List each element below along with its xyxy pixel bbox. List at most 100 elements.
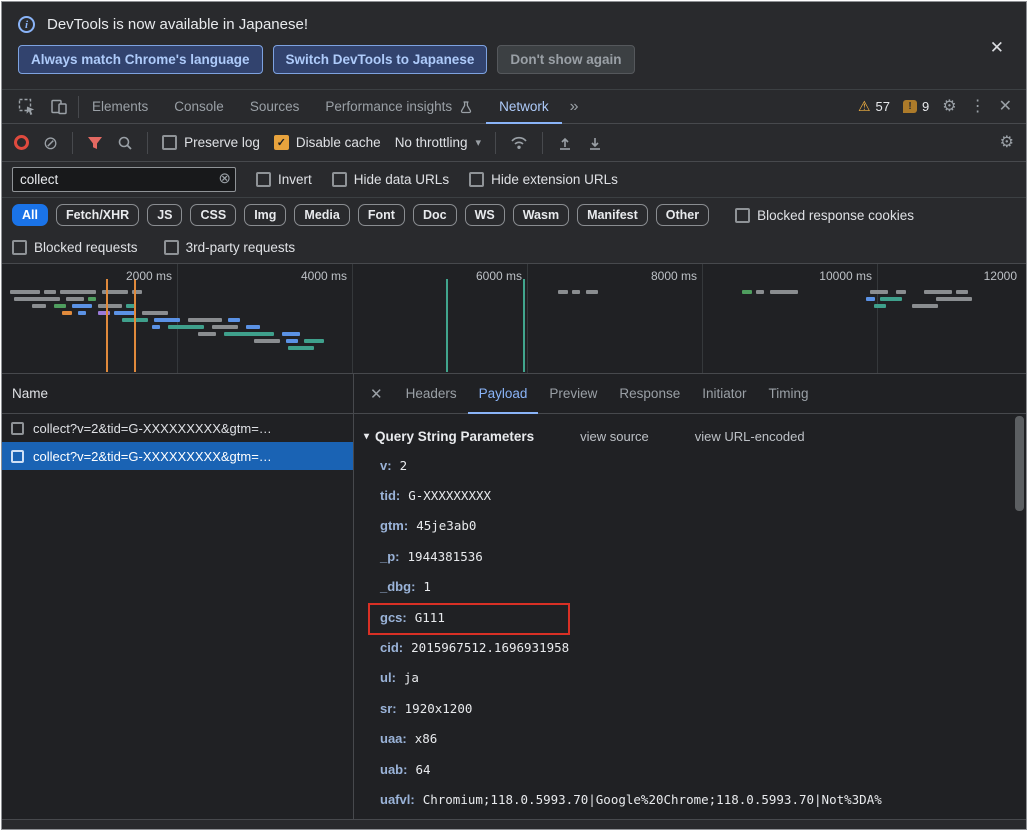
filter-pill-wasm[interactable]: Wasm <box>512 204 570 226</box>
info-icon <box>18 16 35 33</box>
hide-extension-urls-checkbox[interactable]: Hide extension URLs <box>469 172 618 187</box>
waterfall-bar <box>866 297 875 301</box>
tab-timing[interactable]: Timing <box>758 374 820 414</box>
waterfall-bar <box>62 311 72 315</box>
tab-initiator[interactable]: Initiator <box>691 374 757 414</box>
search-icon[interactable] <box>117 135 133 151</box>
tab-response[interactable]: Response <box>608 374 691 414</box>
resource-type-filters: All Fetch/XHR JS CSS Img Media Font Doc … <box>2 198 1026 232</box>
waterfall-bar <box>212 325 238 329</box>
filter-pill-css[interactable]: CSS <box>190 204 237 226</box>
view-source-link[interactable]: view source <box>580 429 649 444</box>
hide-data-urls-checkbox[interactable]: Hide data URLs <box>331 172 449 187</box>
filter-pill-all[interactable]: All <box>12 204 48 226</box>
filter-pill-fetch-xhr[interactable]: Fetch/XHR <box>55 204 140 226</box>
warnings-counter[interactable]: ⚠ 57 <box>858 98 890 115</box>
filter-pill-font[interactable]: Font <box>357 204 405 226</box>
waterfall-bar <box>10 290 40 294</box>
param-key: cid <box>380 640 403 655</box>
request-row-selected[interactable]: collect?v=2&tid=G-XXXXXXXXX&gtm=… <box>2 442 353 470</box>
import-har-icon[interactable] <box>557 135 573 151</box>
request-checkbox[interactable] <box>11 421 24 435</box>
waterfall-bar <box>168 325 204 329</box>
waterfall-bar <box>98 311 110 315</box>
filter-pill-manifest[interactable]: Manifest <box>577 204 648 226</box>
request-details-tabbar: ✕ Headers Payload Preview Response Initi… <box>354 374 1026 414</box>
param-row: _p 1944381536 <box>364 541 1026 571</box>
filter-input[interactable] <box>12 167 236 192</box>
param-row: gtm 45je3ab0 <box>364 511 1026 541</box>
waterfall-bar <box>98 304 122 308</box>
details-scrollbar[interactable] <box>1015 416 1024 816</box>
toggle-device-toolbar-icon[interactable] <box>50 98 68 116</box>
filter-pill-media[interactable]: Media <box>294 204 350 226</box>
third-party-requests-checkbox[interactable]: 3rd-party requests <box>163 240 295 255</box>
status-bar <box>2 819 1026 829</box>
record-network-log-icon[interactable] <box>14 135 29 150</box>
tab-console[interactable]: Console <box>161 90 237 124</box>
network-settings-gear-icon[interactable]: ⚙ <box>1000 134 1014 151</box>
tab-headers[interactable]: Headers <box>395 374 468 414</box>
network-split-view: Name collect?v=2&tid=G-XXXXXXXXX&gtm=… c… <box>2 374 1026 819</box>
filter-pill-other[interactable]: Other <box>655 204 710 226</box>
more-tabs-icon[interactable]: » <box>562 98 587 116</box>
param-value: G111 <box>414 609 445 625</box>
settings-gear-icon[interactable]: ⚙ <box>942 98 956 115</box>
param-value: 2 <box>399 457 408 473</box>
timeline-gridline <box>352 264 353 373</box>
blocked-response-cookies-checkbox[interactable]: Blocked response cookies <box>735 207 914 223</box>
dont-show-again-button[interactable]: Don't show again <box>497 45 635 74</box>
filter-pill-ws[interactable]: WS <box>464 204 505 226</box>
view-url-encoded-link[interactable]: view URL-encoded <box>695 429 805 444</box>
invert-checkbox[interactable]: Invert <box>256 172 312 187</box>
export-har-icon[interactable] <box>587 135 603 151</box>
preserve-log-checkbox[interactable]: Preserve log <box>162 135 260 150</box>
name-column-header[interactable]: Name <box>2 374 353 414</box>
infobar-message: DevTools is now available in Japanese! <box>47 16 308 33</box>
filter-funnel-icon[interactable] <box>87 136 103 150</box>
waterfall-bar <box>288 346 314 350</box>
param-row: sr 1920x1200 <box>364 693 1026 723</box>
collapse-triangle-icon[interactable]: ▾ <box>364 431 369 442</box>
tab-payload[interactable]: Payload <box>468 374 539 414</box>
param-value: 2015967512.1696931958 <box>411 640 570 656</box>
request-checkbox[interactable] <box>11 449 24 463</box>
disable-cache-checkbox[interactable]: Disable cache <box>273 135 381 150</box>
checkbox-box <box>12 240 27 255</box>
waterfall-bar <box>282 332 300 336</box>
tab-sources[interactable]: Sources <box>237 90 313 124</box>
tab-preview[interactable]: Preview <box>538 374 608 414</box>
clear-network-log-icon[interactable]: ⊘ <box>43 134 58 152</box>
timeline-gridline <box>702 264 703 373</box>
checkbox-box <box>735 207 751 223</box>
query-string-parameters-title[interactable]: Query String Parameters <box>375 429 534 444</box>
request-row[interactable]: collect?v=2&tid=G-XXXXXXXXX&gtm=… <box>2 414 353 442</box>
switch-devtools-japanese-button[interactable]: Switch DevTools to Japanese <box>272 45 488 74</box>
waterfall-bar <box>14 297 60 301</box>
clear-filter-icon[interactable]: ⊗ <box>218 171 231 186</box>
match-chrome-language-button[interactable]: Always match Chrome's language <box>18 45 263 74</box>
filter-pill-doc[interactable]: Doc <box>412 204 457 226</box>
tab-network[interactable]: Network <box>486 90 562 124</box>
scrollbar-thumb[interactable] <box>1015 416 1024 511</box>
tab-elements[interactable]: Elements <box>79 90 161 124</box>
close-devtools-icon[interactable]: ✕ <box>999 98 1012 115</box>
issues-counter[interactable]: ! 9 <box>903 99 929 114</box>
inspect-element-icon[interactable] <box>18 98 36 116</box>
tab-performance-insights[interactable]: Performance insights <box>312 90 486 124</box>
chevron-down-icon: ▾ <box>475 137 482 149</box>
timeline-event-line <box>446 279 448 372</box>
param-key: uafvl <box>380 792 415 807</box>
waterfall-bar <box>142 311 168 315</box>
infobar-close-icon[interactable]: ✕ <box>990 38 1004 58</box>
blocked-requests-checkbox[interactable]: Blocked requests <box>12 240 138 255</box>
network-overview[interactable]: 2000 ms 4000 ms 6000 ms 8000 ms 10000 ms… <box>2 264 1026 374</box>
network-conditions-icon[interactable] <box>510 135 528 150</box>
throttling-select[interactable]: No throttling ▾ <box>395 135 481 150</box>
more-options-kebab-icon[interactable]: ⋮ <box>970 98 986 115</box>
filter-pill-js[interactable]: JS <box>147 204 183 226</box>
filter-pill-img[interactable]: Img <box>244 204 287 226</box>
waterfall-bar <box>88 297 96 301</box>
waterfall-bar <box>586 290 598 294</box>
close-details-icon[interactable]: ✕ <box>358 385 395 403</box>
